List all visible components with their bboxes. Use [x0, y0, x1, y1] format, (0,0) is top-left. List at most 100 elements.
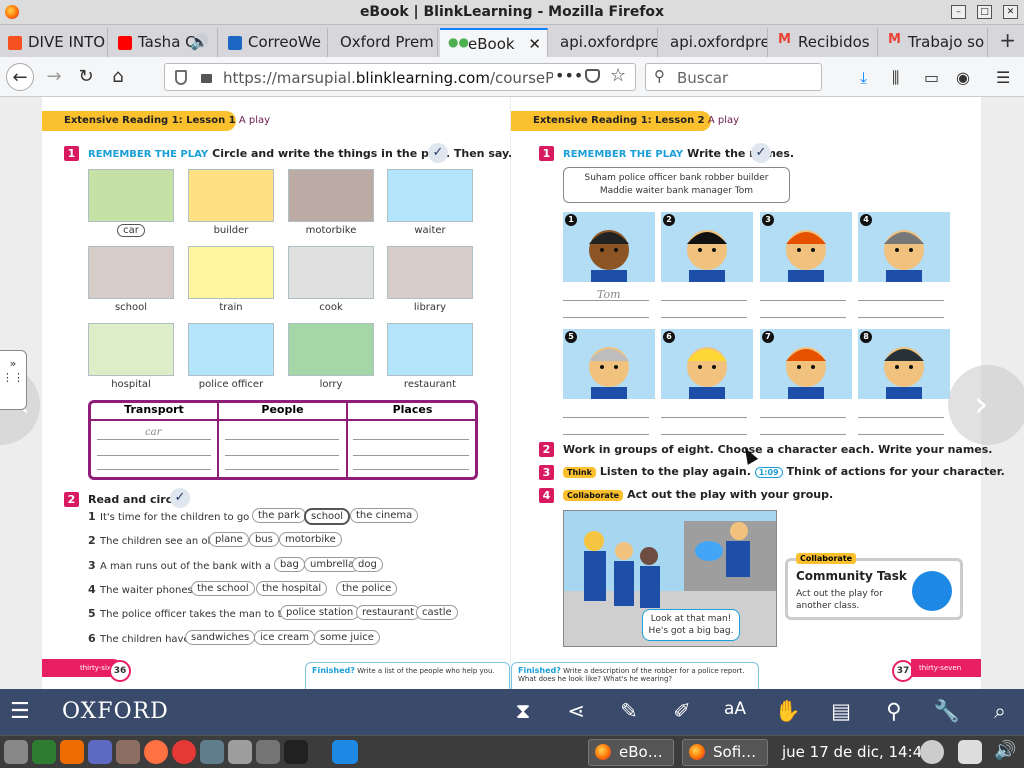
lock-icon[interactable]: [201, 74, 212, 83]
pocket-icon[interactable]: [585, 69, 600, 83]
spreadsheet-icon[interactable]: [32, 740, 56, 764]
answer-option[interactable]: school: [304, 508, 351, 525]
answer-option[interactable]: the park: [252, 508, 306, 523]
answer-line[interactable]: [353, 455, 469, 456]
picture-police-officer[interactable]: [188, 323, 274, 376]
firefox-icon[interactable]: [144, 740, 168, 764]
picture-restaurant[interactable]: [387, 323, 473, 376]
sidebar-icon[interactable]: ▭: [924, 68, 939, 87]
screenshot-icon[interactable]: [256, 740, 280, 764]
check-answers-icon[interactable]: ✓: [170, 488, 190, 508]
tab-trabajo[interactable]: M Trabajo so: [880, 28, 988, 57]
presentation-icon[interactable]: [60, 740, 84, 764]
tab-tasha[interactable]: Tasha C 🔊: [110, 28, 218, 57]
name-answer-line[interactable]: [858, 317, 944, 318]
notes-icon[interactable]: [200, 740, 224, 764]
hand-icon[interactable]: ✋: [773, 699, 803, 724]
name-answer-line[interactable]: [661, 434, 747, 435]
name-answer-line[interactable]: [760, 300, 846, 301]
name-answer-line[interactable]: [661, 317, 747, 318]
tab-dive-into[interactable]: DIVE INTO: [0, 28, 108, 57]
answer-option[interactable]: bag: [274, 557, 305, 572]
picture-hospital[interactable]: [88, 323, 174, 376]
tab-correoweb[interactable]: CorreoWe: [220, 28, 328, 57]
answer-option[interactable]: bus: [249, 532, 279, 547]
answer-option[interactable]: plane: [209, 532, 249, 547]
tracking-protection-icon[interactable]: [175, 70, 187, 85]
check-answers-icon[interactable]: ✓: [428, 143, 448, 163]
editor-icon[interactable]: [116, 740, 140, 764]
close-tab-icon[interactable]: ✕: [528, 35, 541, 53]
downloads-icon[interactable]: ⤓: [860, 68, 867, 88]
picture-waiter[interactable]: [387, 169, 473, 222]
name-answer-line[interactable]: [661, 300, 747, 301]
forward-button[interactable]: →: [40, 63, 68, 91]
home-button[interactable]: ⌂: [104, 63, 132, 91]
answer-line[interactable]: [353, 439, 469, 440]
menu-list-icon[interactable]: ☰: [10, 699, 30, 724]
answer-option[interactable]: the hospital: [256, 581, 328, 596]
answer-line[interactable]: [97, 439, 211, 440]
picture-school[interactable]: [88, 246, 174, 299]
answer-option[interactable]: the police: [336, 581, 398, 596]
system-menu-icon[interactable]: [4, 740, 28, 764]
answer-option[interactable]: ice cream: [254, 630, 316, 645]
highlighter-icon[interactable]: ✐: [667, 699, 697, 723]
name-answer-line[interactable]: [858, 434, 944, 435]
picture-builder[interactable]: [188, 169, 274, 222]
pencil-icon[interactable]: ✎: [614, 699, 644, 723]
answer-option[interactable]: motorbike: [279, 532, 342, 547]
picture-train[interactable]: [188, 246, 274, 299]
picture-motorbike[interactable]: [288, 169, 374, 222]
sidebar-toggle-button[interactable]: » ⋮⋮: [0, 350, 27, 410]
url-text[interactable]: https://marsupial.blinklearning.com/cour…: [223, 69, 553, 87]
name-answer-line[interactable]: [563, 417, 649, 418]
name-answer-line[interactable]: [858, 417, 944, 418]
tray-app-icon[interactable]: [958, 740, 982, 764]
search-icon[interactable]: ⌕: [985, 699, 1015, 724]
page-actions-icon[interactable]: •••: [555, 66, 583, 85]
back-button[interactable]: ←: [6, 63, 34, 91]
new-tab-button[interactable]: +: [999, 28, 1016, 52]
picture-library[interactable]: [387, 246, 473, 299]
answer-line[interactable]: [225, 469, 339, 470]
name-answer-line[interactable]: [760, 417, 846, 418]
account-icon[interactable]: ◉: [956, 68, 970, 87]
volume-icon[interactable]: 🔊: [994, 740, 1018, 764]
answer-line[interactable]: [97, 469, 211, 470]
name-answer-line[interactable]: [661, 417, 747, 418]
search-input[interactable]: ⚲ Buscar: [645, 63, 822, 91]
taskbar-item-ebook[interactable]: eBo…: [588, 739, 674, 766]
clock[interactable]: jue 17 de dic, 14:43: [782, 743, 932, 761]
speaker-icon[interactable]: 🔊: [190, 33, 209, 51]
terminal-icon[interactable]: [284, 740, 308, 764]
share-icon[interactable]: ⋖: [561, 699, 591, 723]
audio-icon[interactable]: 1:09: [754, 467, 783, 478]
tab-api-oxfordpremium-2[interactable]: api.oxfordpre: [660, 28, 768, 57]
picture-lorry[interactable]: [288, 323, 374, 376]
answer-option[interactable]: restaurant: [356, 605, 421, 620]
answer-option[interactable]: the school: [191, 581, 255, 596]
answer-line[interactable]: [225, 455, 339, 456]
menu-icon[interactable]: ☰: [996, 68, 1010, 87]
name-answer-line[interactable]: [760, 434, 846, 435]
text-size-icon[interactable]: aA: [720, 699, 750, 719]
picture-cook[interactable]: [288, 246, 374, 299]
name-answer-line[interactable]: [858, 300, 944, 301]
picture-car[interactable]: [88, 169, 174, 222]
name-answer-line[interactable]: [760, 317, 846, 318]
answer-option[interactable]: castle: [416, 605, 458, 620]
answer-line[interactable]: [353, 469, 469, 470]
tab-api-oxfordpremium-1[interactable]: api.oxfordpre: [550, 28, 658, 57]
library-icon[interactable]: ⫼: [892, 68, 899, 88]
answer-option[interactable]: sandwiches: [185, 630, 256, 645]
minimize-button[interactable]: –: [951, 5, 966, 19]
answer-option[interactable]: some juice: [314, 630, 380, 645]
reload-button[interactable]: ↻: [72, 63, 100, 91]
next-page-arrow-icon[interactable]: ›: [948, 365, 1024, 445]
pages-icon[interactable]: ▤: [826, 699, 856, 723]
bookmark-star-icon[interactable]: ☆: [610, 65, 626, 86]
check-answers-icon[interactable]: ✓: [751, 143, 771, 163]
tab-ebook[interactable]: ●● eBook ✕: [440, 28, 548, 57]
hourglass-icon[interactable]: ⧗: [508, 699, 538, 724]
